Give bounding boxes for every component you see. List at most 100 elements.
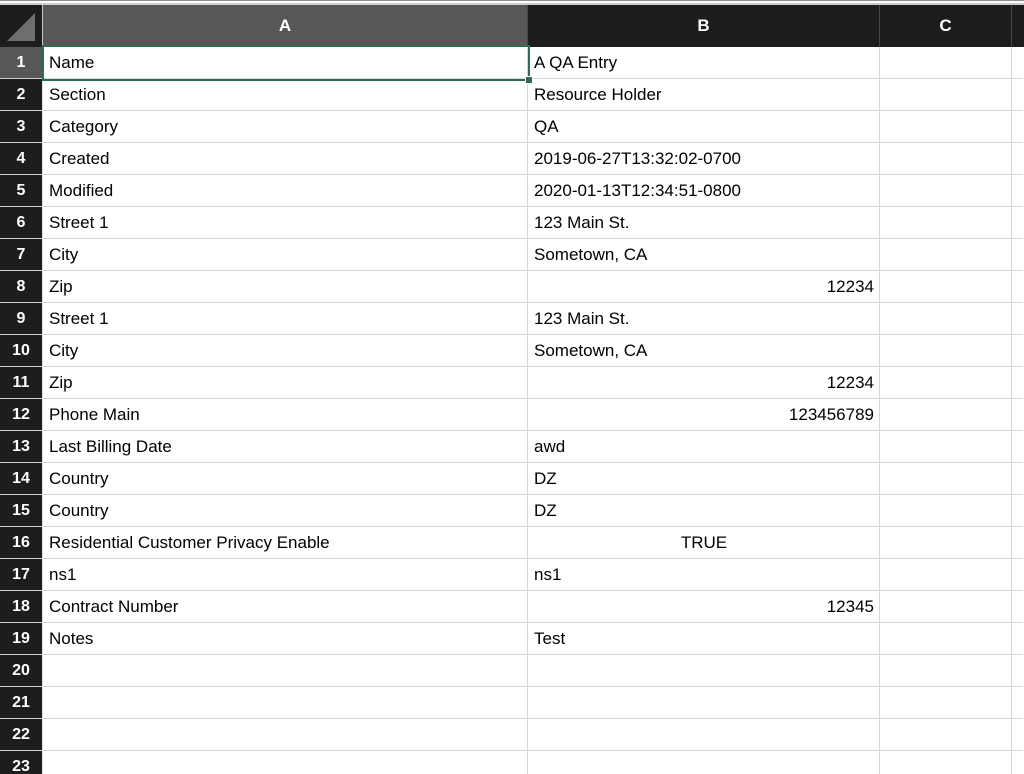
row-header-21[interactable]: 21: [0, 687, 43, 719]
cell-D4[interactable]: [1012, 143, 1023, 175]
cell-B12[interactable]: 123456789: [528, 399, 880, 431]
cell-A18[interactable]: Contract Number: [43, 591, 528, 623]
cell-B21[interactable]: [528, 687, 880, 719]
cell-C5[interactable]: [880, 175, 1012, 207]
cell-C4[interactable]: [880, 143, 1012, 175]
cell-B6[interactable]: 123 Main St.: [528, 207, 880, 239]
cell-D10[interactable]: [1012, 335, 1023, 367]
row-header-17[interactable]: 17: [0, 559, 43, 591]
cell-A11[interactable]: Zip: [43, 367, 528, 399]
cell-C22[interactable]: [880, 719, 1012, 751]
cell-A15[interactable]: Country: [43, 495, 528, 527]
cell-D2[interactable]: [1012, 79, 1023, 111]
row-header-8[interactable]: 8: [0, 271, 43, 303]
row-header-3[interactable]: 3: [0, 111, 43, 143]
cell-A23[interactable]: [43, 751, 528, 774]
cell-B5[interactable]: 2020-01-13T12:34:51-0800: [528, 175, 880, 207]
cell-D21[interactable]: [1012, 687, 1023, 719]
cell-C2[interactable]: [880, 79, 1012, 111]
cell-D12[interactable]: [1012, 399, 1023, 431]
cell-A2[interactable]: Section: [43, 79, 528, 111]
cell-A22[interactable]: [43, 719, 528, 751]
cell-A7[interactable]: City: [43, 239, 528, 271]
cell-D6[interactable]: [1012, 207, 1023, 239]
cell-C9[interactable]: [880, 303, 1012, 335]
cell-A9[interactable]: Street 1: [43, 303, 528, 335]
row-header-23[interactable]: 23: [0, 751, 43, 774]
row-header-13[interactable]: 13: [0, 431, 43, 463]
cell-A13[interactable]: Last Billing Date: [43, 431, 528, 463]
fill-handle[interactable]: [525, 76, 533, 84]
row-header-14[interactable]: 14: [0, 463, 43, 495]
cell-B20[interactable]: [528, 655, 880, 687]
cell-C6[interactable]: [880, 207, 1012, 239]
row-header-9[interactable]: 9: [0, 303, 43, 335]
cell-B22[interactable]: [528, 719, 880, 751]
row-header-5[interactable]: 5: [0, 175, 43, 207]
column-header-c[interactable]: C: [880, 5, 1012, 47]
cell-D8[interactable]: [1012, 271, 1023, 303]
select-all-corner[interactable]: [0, 5, 43, 47]
cell-C18[interactable]: [880, 591, 1012, 623]
row-header-10[interactable]: 10: [0, 335, 43, 367]
cell-A19[interactable]: Notes: [43, 623, 528, 655]
cell-B9[interactable]: 123 Main St.: [528, 303, 880, 335]
cell-A4[interactable]: Created: [43, 143, 528, 175]
cell-B19[interactable]: Test: [528, 623, 880, 655]
cell-D23[interactable]: [1012, 751, 1023, 774]
cell-D3[interactable]: [1012, 111, 1023, 143]
cell-C7[interactable]: [880, 239, 1012, 271]
row-header-16[interactable]: 16: [0, 527, 43, 559]
cell-C3[interactable]: [880, 111, 1012, 143]
cell-D19[interactable]: [1012, 623, 1023, 655]
cell-A16[interactable]: Residential Customer Privacy Enable: [43, 527, 528, 559]
cell-B8[interactable]: 12234: [528, 271, 880, 303]
cell-A1[interactable]: Name: [43, 47, 528, 79]
cell-D7[interactable]: [1012, 239, 1023, 271]
cell-B13[interactable]: awd: [528, 431, 880, 463]
cell-B14[interactable]: DZ: [528, 463, 880, 495]
cell-C14[interactable]: [880, 463, 1012, 495]
row-header-7[interactable]: 7: [0, 239, 43, 271]
cell-B11[interactable]: 12234: [528, 367, 880, 399]
cell-D9[interactable]: [1012, 303, 1023, 335]
column-header-d[interactable]: [1012, 5, 1024, 47]
cell-B18[interactable]: 12345: [528, 591, 880, 623]
column-header-b[interactable]: B: [528, 5, 880, 47]
cell-A3[interactable]: Category: [43, 111, 528, 143]
cell-D14[interactable]: [1012, 463, 1023, 495]
cell-A10[interactable]: City: [43, 335, 528, 367]
cell-A14[interactable]: Country: [43, 463, 528, 495]
cell-B10[interactable]: Sometown, CA: [528, 335, 880, 367]
cell-C13[interactable]: [880, 431, 1012, 463]
cell-C10[interactable]: [880, 335, 1012, 367]
cell-D20[interactable]: [1012, 655, 1023, 687]
cell-A8[interactable]: Zip: [43, 271, 528, 303]
cell-A21[interactable]: [43, 687, 528, 719]
row-header-20[interactable]: 20: [0, 655, 43, 687]
cell-C11[interactable]: [880, 367, 1012, 399]
cell-B15[interactable]: DZ: [528, 495, 880, 527]
row-header-12[interactable]: 12: [0, 399, 43, 431]
cell-C1[interactable]: [880, 47, 1012, 79]
row-header-19[interactable]: 19: [0, 623, 43, 655]
row-header-22[interactable]: 22: [0, 719, 43, 751]
cell-B4[interactable]: 2019-06-27T13:32:02-0700: [528, 143, 880, 175]
row-header-1[interactable]: 1: [0, 47, 43, 79]
cell-C21[interactable]: [880, 687, 1012, 719]
cell-C19[interactable]: [880, 623, 1012, 655]
cell-A17[interactable]: ns1: [43, 559, 528, 591]
row-header-2[interactable]: 2: [0, 79, 43, 111]
cell-D11[interactable]: [1012, 367, 1023, 399]
column-header-a[interactable]: A: [43, 5, 528, 47]
cell-B1[interactable]: A QA Entry: [528, 47, 880, 79]
cell-C12[interactable]: [880, 399, 1012, 431]
cell-B16[interactable]: TRUE: [528, 527, 880, 559]
cell-D1[interactable]: [1012, 47, 1023, 79]
cell-B23[interactable]: [528, 751, 880, 774]
cell-C8[interactable]: [880, 271, 1012, 303]
cell-B3[interactable]: QA: [528, 111, 880, 143]
row-header-11[interactable]: 11: [0, 367, 43, 399]
cell-C23[interactable]: [880, 751, 1012, 774]
cell-D13[interactable]: [1012, 431, 1023, 463]
